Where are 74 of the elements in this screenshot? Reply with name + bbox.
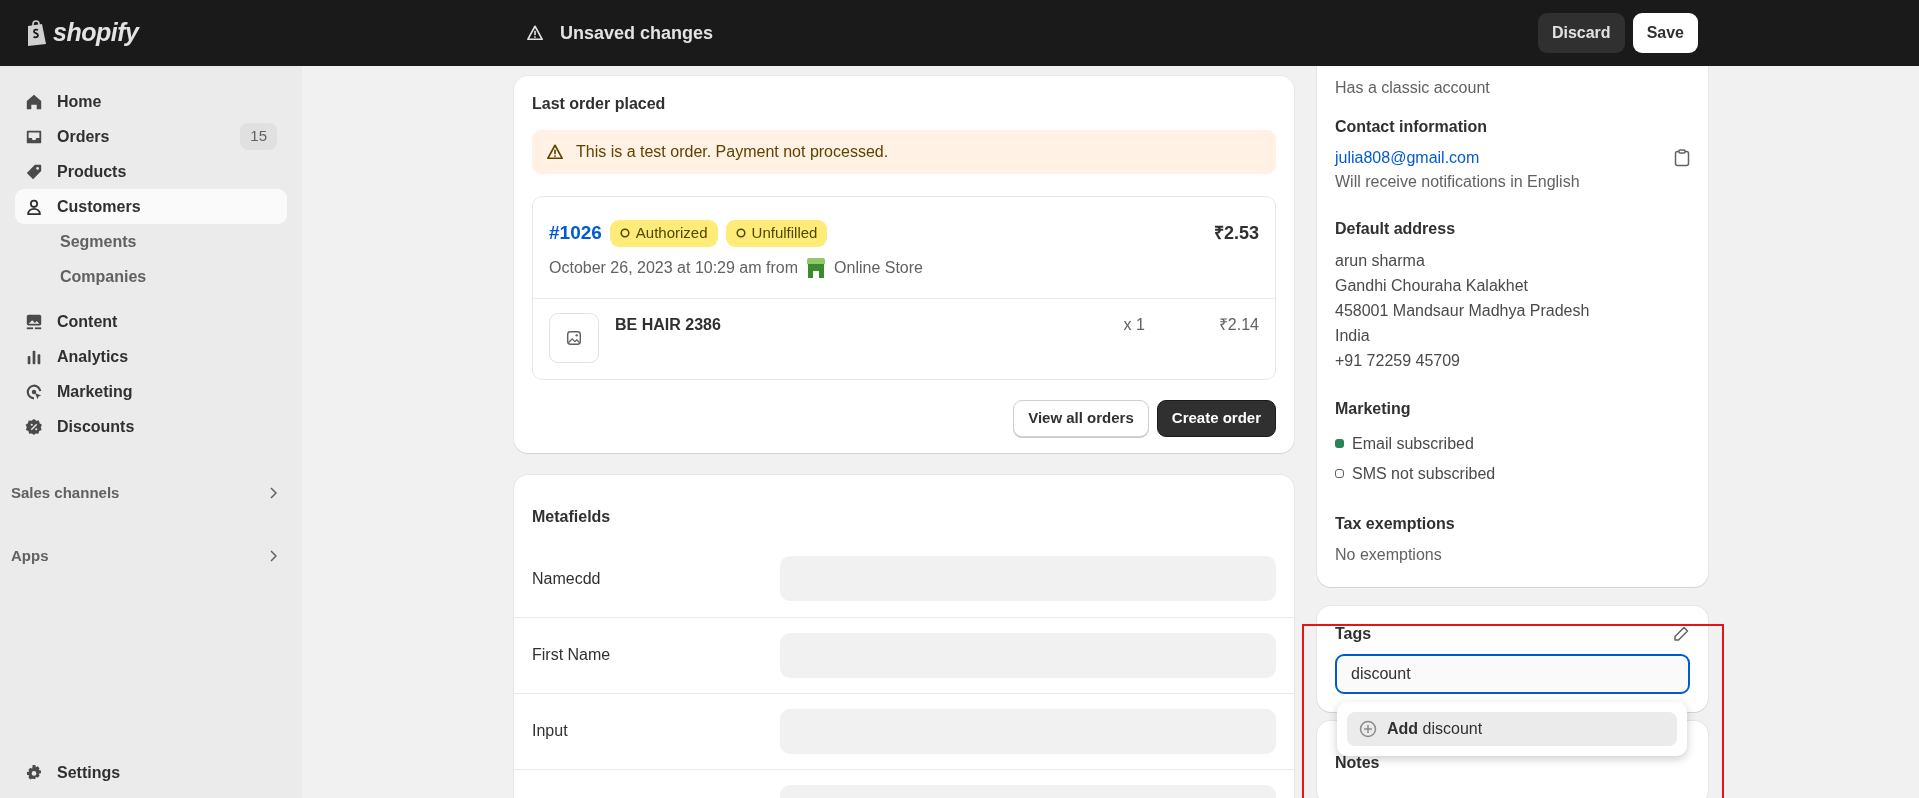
chevron-right-icon xyxy=(269,487,277,500)
field-label: First Name xyxy=(532,645,612,665)
shopping-bag-logo-icon xyxy=(25,19,49,47)
save-button[interactable]: Save xyxy=(1632,13,1698,53)
card-title: Tags xyxy=(1335,623,1372,644)
nav-item[interactable]: Analytics xyxy=(15,339,287,374)
storefront-icon xyxy=(806,256,827,279)
image-placeholder-icon xyxy=(565,329,583,347)
person-icon xyxy=(25,197,43,216)
order-link[interactable]: #1026 xyxy=(549,219,602,248)
card-title: Last order placed xyxy=(532,94,667,114)
discount-icon xyxy=(25,417,43,436)
status-circle-icon xyxy=(619,228,630,239)
section-title: Marketing xyxy=(1335,398,1412,419)
section-toggle[interactable]: Sales channels xyxy=(11,482,287,505)
nav-item[interactable]: Home xyxy=(15,84,287,119)
marketing-status: SMS not subscribed xyxy=(1352,463,1496,484)
pencil-icon[interactable] xyxy=(1672,624,1690,643)
home-icon xyxy=(25,92,43,111)
tag-input[interactable]: discount xyxy=(1335,653,1690,694)
warning-icon xyxy=(546,143,564,161)
count-badge: 15 xyxy=(240,123,277,150)
section-toggle[interactable]: Apps xyxy=(11,544,287,567)
nav-item[interactable]: Content xyxy=(15,304,287,339)
logo-text: shopify xyxy=(53,17,139,49)
order-date: October 26, 2023 at 10:29 am from xyxy=(549,257,799,278)
email-link[interactable]: julia808@gmail.com xyxy=(1335,146,1480,170)
section-title: Default address xyxy=(1335,218,1457,239)
status-badge: Unfulfilled xyxy=(725,220,828,247)
view-orders-button[interactable]: View all orders xyxy=(1013,400,1149,437)
nav-item[interactable]: Orders 15 xyxy=(15,119,287,154)
add-tag-option[interactable]: Add discount xyxy=(1347,712,1677,746)
clipboard-icon[interactable] xyxy=(1674,148,1690,167)
plus-circle-icon xyxy=(1359,720,1377,738)
nav-item[interactable]: Discounts xyxy=(15,409,287,444)
nav-subitem[interactable]: Segments xyxy=(15,224,287,259)
alert-text: This is a test order. Payment not processed. xyxy=(576,142,889,162)
address-line: Gandhi Chouraha Kalakhet xyxy=(1335,275,1530,296)
option-text: Add discount xyxy=(1387,719,1483,739)
item-price: ₹2.14 xyxy=(1218,315,1259,335)
nav-item[interactable]: Products xyxy=(15,154,287,189)
address-line: India xyxy=(1335,325,1371,346)
order-total: ₹2.53 xyxy=(1213,221,1259,245)
status-badge: Authorized xyxy=(609,220,718,247)
card-title: Notes xyxy=(1335,753,1380,771)
card-title: Metafields xyxy=(531,506,612,527)
section-title: Tax exemptions xyxy=(1335,514,1456,535)
address-line: 458001 Mandsaur Madhya Pradesh xyxy=(1335,300,1591,321)
nav-item[interactable]: Marketing xyxy=(15,374,287,409)
product-name: BE HAIR 2386 xyxy=(615,315,721,335)
settings-icon xyxy=(25,763,43,782)
nav-item[interactable]: Customers xyxy=(15,189,287,224)
create-order-button[interactable]: Create order xyxy=(1156,400,1276,437)
item-quantity: x 1 xyxy=(1123,315,1145,335)
target-cursor-icon xyxy=(25,382,43,401)
picture-icon xyxy=(25,312,43,331)
address-line: +91 72259 45709 xyxy=(1335,350,1461,371)
field-label: Namecdd xyxy=(532,568,602,589)
marketing-status: Email subscribed xyxy=(1352,433,1474,454)
unsaved-changes-message: Unsaved changes xyxy=(560,21,714,45)
chevron-right-icon xyxy=(269,549,277,562)
notification-note: Will receive notifications in English xyxy=(1335,171,1581,192)
address-line: arun sharma xyxy=(1335,250,1426,271)
field-label: Input xyxy=(532,721,569,741)
discard-button[interactable]: Discard xyxy=(1537,13,1625,53)
account-note: Has a classic account xyxy=(1335,78,1491,98)
settings-nav-item[interactable]: Settings xyxy=(15,755,287,790)
section-title: Contact information xyxy=(1335,117,1488,138)
sales-channel: Online Store xyxy=(834,257,923,278)
status-circle-icon xyxy=(735,228,746,239)
warning-icon xyxy=(526,24,544,42)
tag-icon xyxy=(25,162,43,181)
tax-value: No exemptions xyxy=(1335,545,1443,566)
nav-subitem[interactable]: Companies xyxy=(15,259,287,294)
